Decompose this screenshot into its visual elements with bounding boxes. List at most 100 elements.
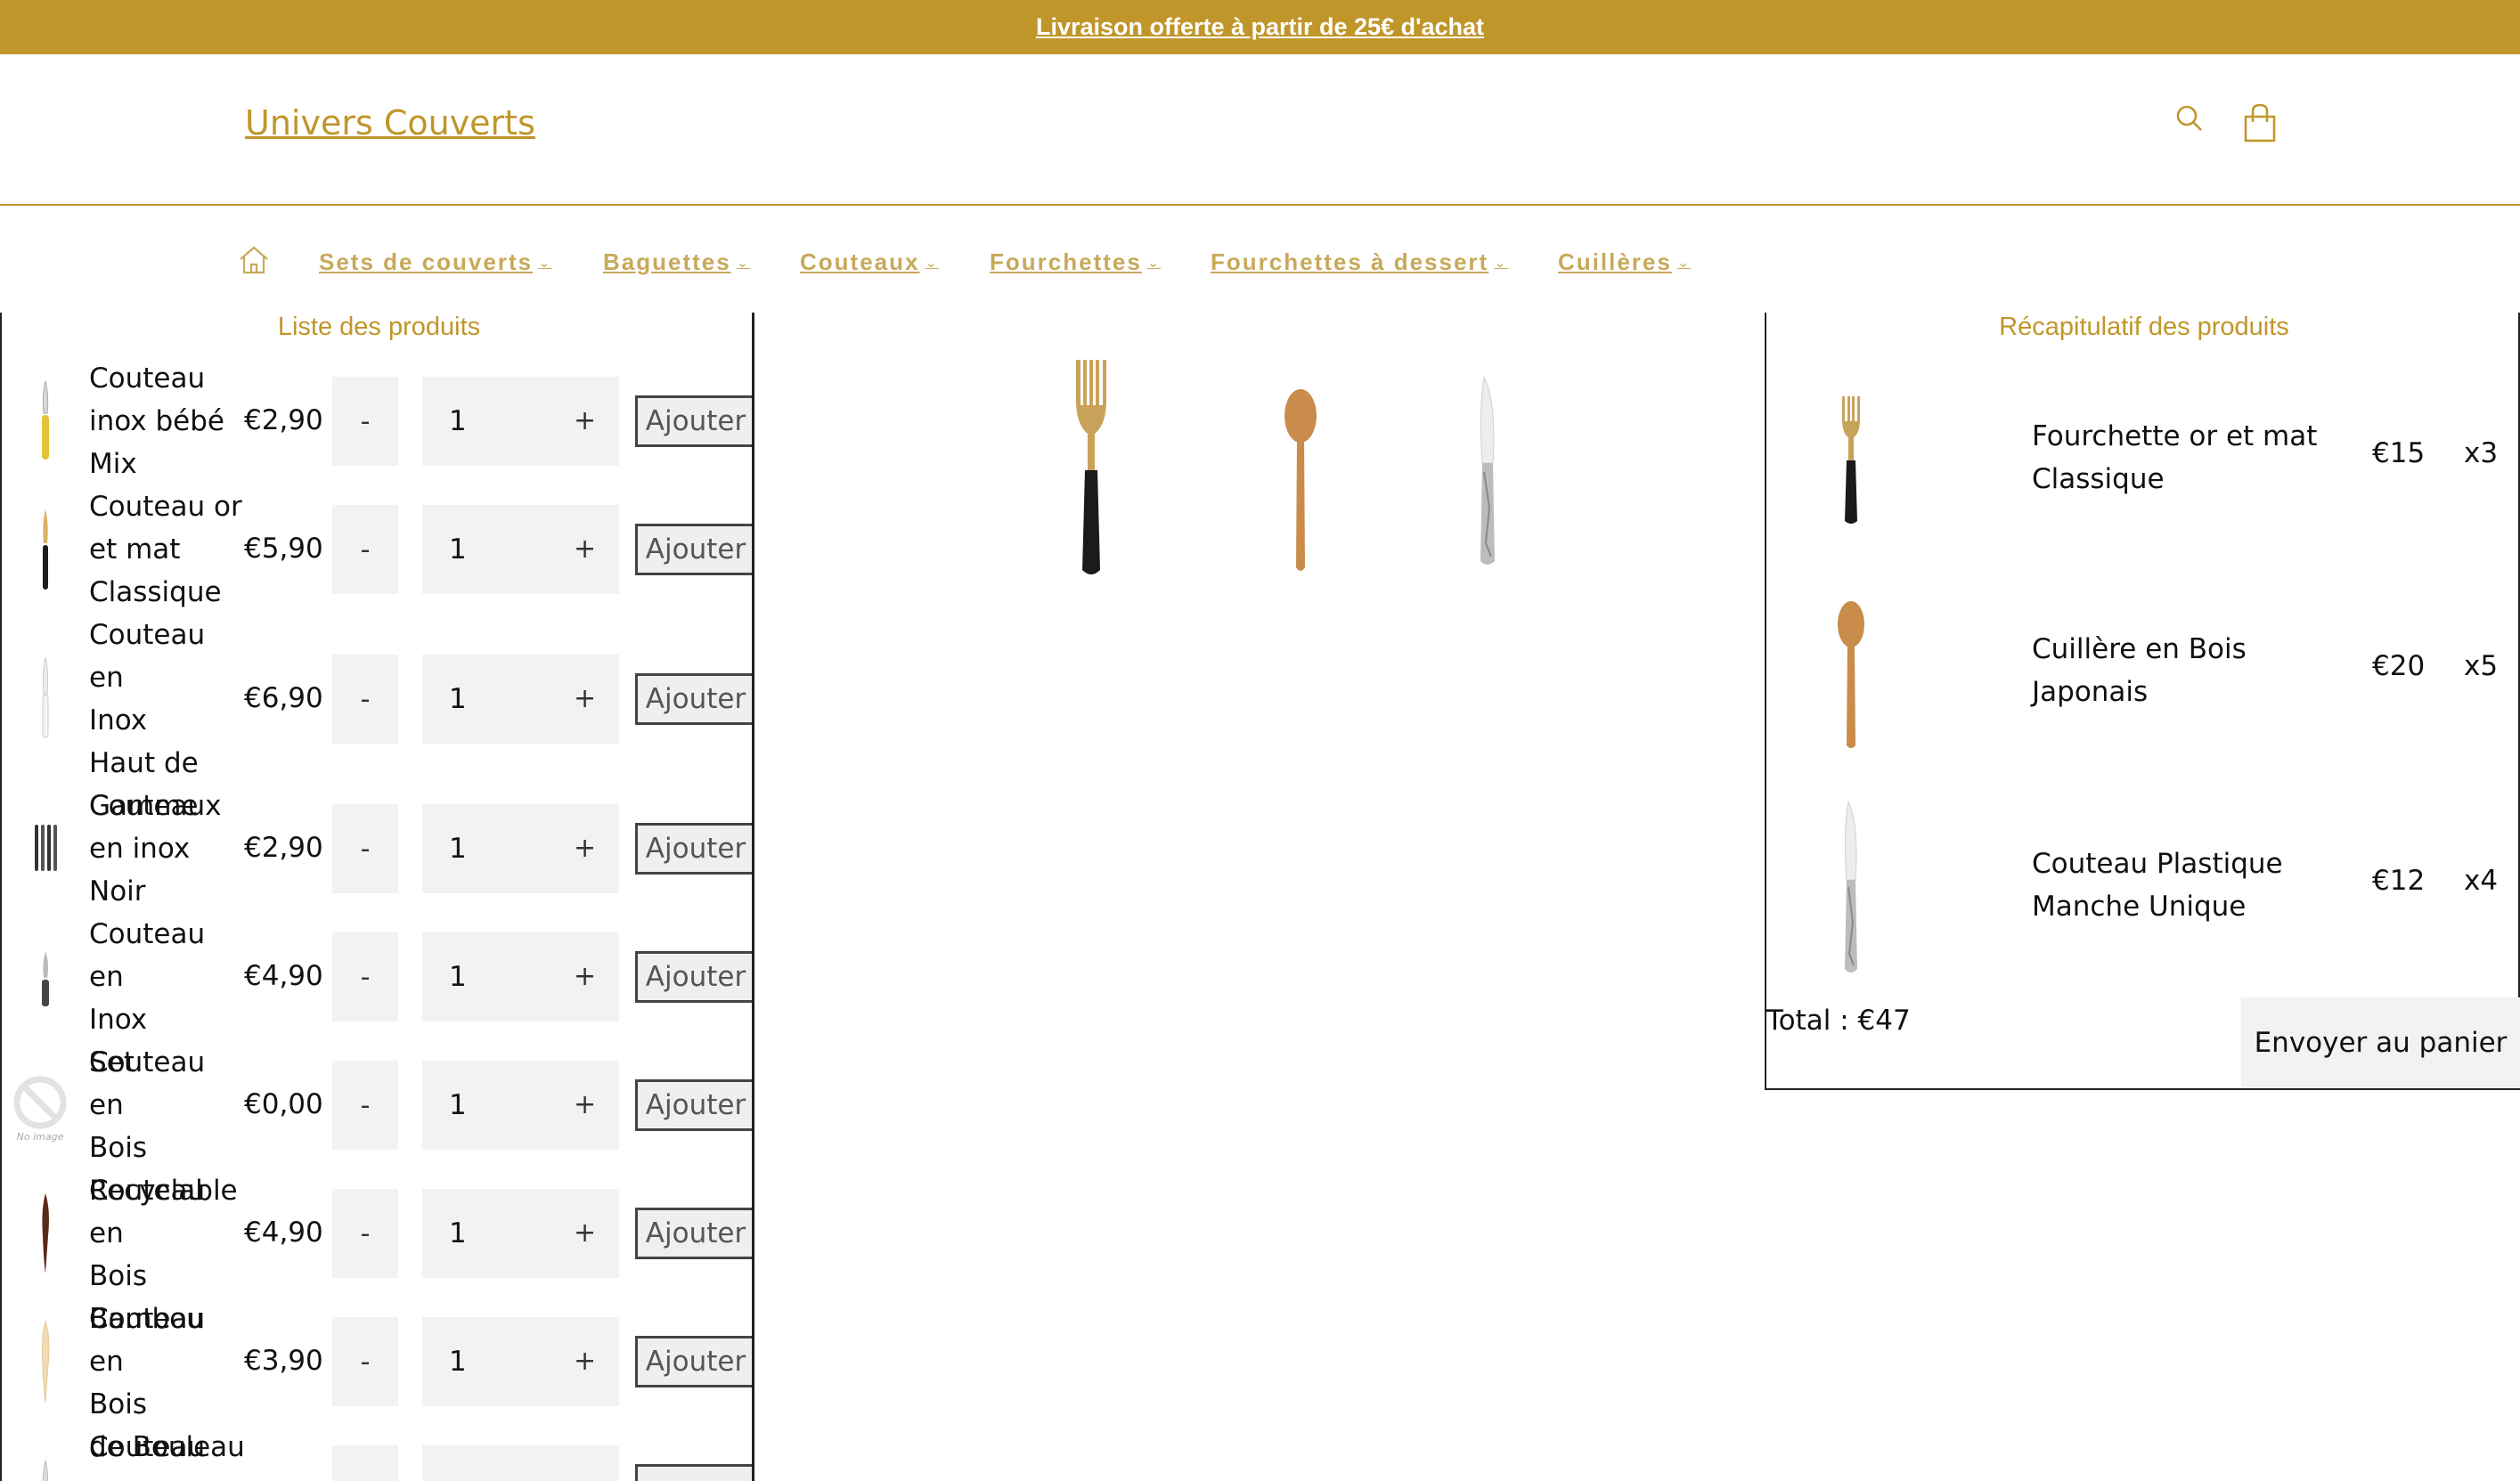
spoon-image — [1802, 599, 1900, 755]
decrement-button[interactable]: - — [332, 505, 398, 594]
add-button[interactable]: Ajouter — [635, 524, 752, 575]
decrement-button[interactable]: - — [332, 1317, 398, 1406]
summary-row: Cuillère en Bois Japonais €20 x5 — [1766, 599, 2520, 760]
summary-product-name: Cuillère en Bois Japonais — [2032, 633, 2247, 708]
add-button[interactable]: Ajouter — [635, 673, 752, 725]
add-button[interactable]: Ajouter — [635, 951, 752, 1003]
product-row: Couteaux en inox Noir €2,90 - 1 + Ajoute… — [2, 785, 752, 913]
product-name-line: Couteau en — [89, 619, 206, 694]
increment-button[interactable]: + — [574, 655, 596, 744]
add-button[interactable]: Ajouter — [635, 1336, 752, 1387]
decrement-button[interactable]: - — [332, 1061, 398, 1150]
increment-button[interactable]: + — [574, 932, 596, 1021]
no-image-icon — [13, 1076, 67, 1128]
add-button[interactable]: Ajouter — [635, 395, 752, 447]
summary-product-qty: x5 — [2464, 650, 2499, 682]
decrement-button[interactable]: - — [332, 377, 398, 466]
product-price: €3,90 — [244, 1345, 323, 1377]
product-name: Couteau en — [89, 1426, 245, 1481]
product-price: €5,90 — [244, 533, 323, 565]
quantity-input[interactable]: 1 — [449, 505, 467, 594]
add-button[interactable] — [635, 1464, 752, 1481]
quantity-stepper: 1 + — [422, 1317, 619, 1406]
decrement-button[interactable]: - — [332, 1189, 398, 1278]
knife-image — [14, 501, 77, 599]
increment-button[interactable]: + — [574, 1189, 596, 1278]
nav-item-label: Sets de couverts — [319, 248, 534, 275]
add-button[interactable]: Ajouter — [635, 823, 752, 875]
increment-button[interactable]: + — [574, 804, 596, 893]
decrement-button[interactable]: - — [332, 804, 398, 893]
summary-product-name: Couteau Plastique Manche Unique — [2032, 848, 2283, 923]
product-row: Couteau en Bois Bambou €4,90 - 1 + Ajout… — [2, 1169, 752, 1335]
increment-button[interactable]: + — [574, 1317, 596, 1406]
site-header: Univers Couverts — [0, 54, 2520, 206]
quantity-stepper: 1 + — [422, 1061, 619, 1150]
quantity-stepper: 1 + — [422, 804, 619, 893]
product-row: Couteau or et mat Classique €5,90 - 1 + … — [2, 485, 752, 614]
add-button[interactable]: Ajouter — [635, 1208, 752, 1259]
nav-item-baguettes[interactable]: Baguettes ⌄ — [603, 248, 750, 276]
product-price: €2,90 — [244, 404, 323, 436]
quantity-input[interactable]: 1 — [449, 377, 467, 466]
product-name-line: Couteau en — [89, 918, 206, 993]
increment-button[interactable]: + — [574, 1061, 596, 1150]
product-name-line: Bois — [89, 1260, 147, 1292]
product-name-line: Inox — [89, 704, 148, 736]
product-price: €0,00 — [244, 1088, 323, 1120]
nav-item-label: Cuillères — [1558, 248, 1672, 275]
nav-item-sets-de-couverts[interactable]: Sets de couverts ⌄ — [319, 248, 552, 276]
knife-set-image — [14, 817, 77, 879]
product-name-line: Bois — [89, 1388, 147, 1420]
product-name-line: Couteau en — [89, 1303, 206, 1378]
main-nav: Sets de couverts ⌄ Baguettes ⌄ Couteaux ⌄ F… — [0, 206, 2520, 313]
add-button[interactable]: Ajouter — [635, 1079, 752, 1131]
summary-product-price: €12 — [2372, 865, 2426, 897]
product-name-line: Couteau — [89, 362, 206, 395]
increment-button[interactable]: + — [574, 377, 596, 466]
product-name-line: et mat — [89, 533, 181, 566]
knife-image — [1802, 798, 1900, 976]
nav-item-fourchettes-a-dessert[interactable]: Fourchettes à dessert ⌄ — [1211, 248, 1508, 276]
product-name-line: Couteau en — [89, 1431, 206, 1481]
send-to-cart-button[interactable]: Envoyer au panier — [2241, 997, 2520, 1088]
decrement-button[interactable]: - — [332, 655, 398, 744]
product-price: €4,90 — [244, 1217, 323, 1249]
product-row: Couteau en Bois de Bouleau €3,90 - 1 + A… — [2, 1298, 752, 1463]
nav-item-label: Couteaux — [800, 248, 920, 275]
knife-image — [14, 1185, 77, 1283]
product-row: Couteau en Inox Set €4,90 - 1 + Ajouter — [2, 913, 752, 1078]
announcement-link[interactable]: Livraison offerte à partir de 25€ d'acha… — [1036, 13, 1484, 41]
chevron-down-icon: ⌄ — [925, 255, 939, 271]
quantity-input[interactable]: 1 — [449, 1189, 467, 1278]
quantity-stepper: 1 + — [422, 505, 619, 594]
nav-item-cuilleres[interactable]: Cuillères ⌄ — [1558, 248, 1691, 276]
quantity-input[interactable]: 1 — [449, 1317, 467, 1406]
quantity-stepper: 1 + — [422, 377, 619, 466]
increment-button[interactable]: + — [574, 505, 596, 594]
quantity-input[interactable]: 1 — [449, 932, 467, 1021]
decrement-button[interactable] — [332, 1445, 398, 1481]
product-name-line: Noir — [89, 875, 146, 907]
announcement-bar: Livraison offerte à partir de 25€ d'acha… — [0, 0, 2520, 54]
nav-item-fourchettes[interactable]: Fourchettes ⌄ — [990, 248, 1161, 276]
spoon-image — [1280, 387, 1321, 578]
quantity-input[interactable]: 1 — [449, 655, 467, 744]
summary-product-qty: x4 — [2464, 865, 2499, 897]
search-icon[interactable] — [2173, 102, 2206, 138]
cart-icon[interactable] — [2242, 102, 2278, 147]
knife-image — [14, 943, 77, 1014]
chevron-down-icon: ⌄ — [1494, 255, 1508, 271]
home-icon[interactable] — [238, 245, 270, 279]
quantity-input[interactable]: 1 — [449, 1061, 467, 1150]
product-name-line: Inox — [89, 1004, 148, 1036]
quantity-stepper: 1 + — [422, 1189, 619, 1278]
site-logo[interactable]: Univers Couverts — [245, 103, 535, 142]
decrement-button[interactable]: - — [332, 932, 398, 1021]
nav-item-label: Fourchettes — [990, 248, 1142, 275]
summary-product-qty: x3 — [2464, 437, 2499, 469]
nav-item-couteaux[interactable]: Couteaux ⌄ — [800, 248, 939, 276]
product-name: Couteau or et mat Classique — [89, 485, 245, 614]
product-row: Couteau inox bébé Mix €2,90 - 1 + Ajoute… — [2, 357, 752, 485]
quantity-input[interactable]: 1 — [449, 804, 467, 893]
